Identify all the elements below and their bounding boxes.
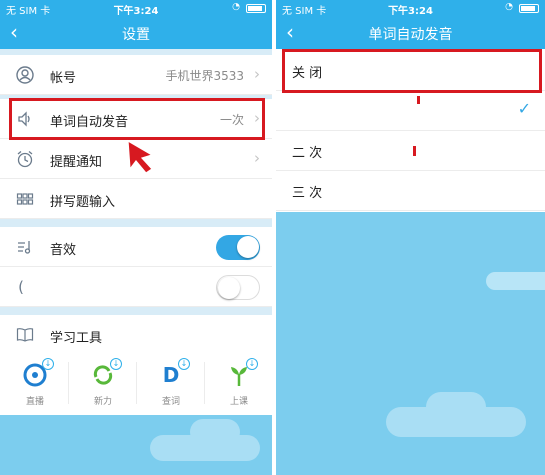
option-once[interactable]: ✓ — [276, 91, 545, 131]
decorative-sky — [0, 415, 272, 475]
second-toggle[interactable] — [216, 275, 260, 300]
download-icon: ↓ — [110, 358, 122, 370]
status-bar: 无 SIM 卡 下午3:24 ◔ — [0, 0, 272, 17]
divider — [68, 362, 69, 404]
study-tools-label: 学习工具 — [50, 331, 103, 346]
rotation-lock-icon: ◔ — [505, 2, 513, 12]
tool-label: 上课 — [229, 397, 248, 407]
tool-label: 新力 — [93, 397, 112, 407]
battery-icon — [519, 4, 539, 13]
study-tools-grid: ↓ 直播 ↓ 新力 D ↓ 查词 ↓ 上课 — [0, 354, 272, 411]
red-pointer-arrow — [127, 139, 154, 174]
sound-effect-label: 音效 — [50, 243, 77, 258]
page-title: 单词自动发音 — [368, 27, 453, 43]
nav-bar: ‹ 单词自动发音 — [276, 17, 545, 49]
tool-dictionary[interactable]: D ↓ 查词 — [138, 354, 204, 411]
book-icon — [16, 326, 34, 344]
tool-xinli[interactable]: ↓ 新力 — [70, 354, 136, 411]
account-row[interactable]: 帐号 手机世界3533 › — [0, 55, 272, 95]
highlight-box — [282, 49, 542, 93]
partial-icon: ( — [18, 278, 24, 296]
tool-class[interactable]: ↓ 上课 — [206, 354, 272, 411]
highlight-box — [9, 98, 265, 140]
keypad-icon — [16, 190, 34, 208]
account-value: 手机世界3533 — [165, 69, 244, 83]
tool-label: 查词 — [161, 397, 180, 407]
checkmark-icon: ✓ — [517, 99, 531, 118]
tool-live[interactable]: ↓ 直播 — [2, 354, 68, 411]
marker-tick — [417, 96, 420, 104]
spelling-input-row[interactable]: 拼写题输入 — [0, 179, 272, 219]
page-title: 设置 — [122, 27, 150, 43]
download-icon: ↓ — [42, 358, 54, 370]
cloud-decoration — [190, 419, 240, 445]
sound-effect-row: 音效 — [0, 227, 272, 267]
music-note-icon — [16, 238, 34, 256]
reminder-label: 提醒通知 — [50, 155, 103, 170]
toggle-knob — [218, 277, 240, 299]
option-twice[interactable]: 二 次 — [276, 131, 545, 171]
chevron-right-icon: › — [254, 65, 260, 83]
option-label: 二 次 — [292, 146, 323, 161]
toggle-knob — [237, 236, 259, 258]
chevron-right-icon: › — [254, 149, 260, 167]
study-tools-row: 学习工具 — [0, 315, 272, 355]
divider — [204, 362, 205, 404]
user-icon — [16, 66, 34, 84]
nav-bar: ‹ 设置 — [0, 17, 272, 49]
account-label: 帐号 — [50, 71, 77, 86]
marker-tick — [413, 146, 416, 156]
download-icon: ↓ — [246, 358, 258, 370]
divider — [136, 362, 137, 404]
option-label: 三 次 — [292, 186, 323, 201]
decorative-sky — [276, 212, 545, 475]
second-toggle-row: ( — [0, 267, 272, 307]
sound-effect-toggle[interactable] — [216, 235, 260, 260]
cloud-decoration — [486, 272, 545, 290]
cloud-decoration — [426, 392, 486, 422]
rotation-lock-icon: ◔ — [232, 2, 240, 12]
download-icon: ↓ — [178, 358, 190, 370]
settings-screen: 无 SIM 卡 下午3:24 ◔ ‹ 设置 帐号 手机世界3533 › 单词自动… — [0, 0, 272, 475]
status-bar: 无 SIM 卡 下午3:24 ◔ — [276, 0, 545, 17]
spelling-input-label: 拼写题输入 — [50, 195, 116, 210]
option-three[interactable]: 三 次 — [276, 171, 545, 211]
pronounce-screen: 无 SIM 卡 下午3:24 ◔ ‹ 单词自动发音 关 闭 ✓ 二 次 三 次 — [276, 0, 545, 475]
alarm-clock-icon — [16, 150, 34, 168]
tool-label: 直播 — [25, 397, 44, 407]
battery-icon — [246, 4, 266, 13]
